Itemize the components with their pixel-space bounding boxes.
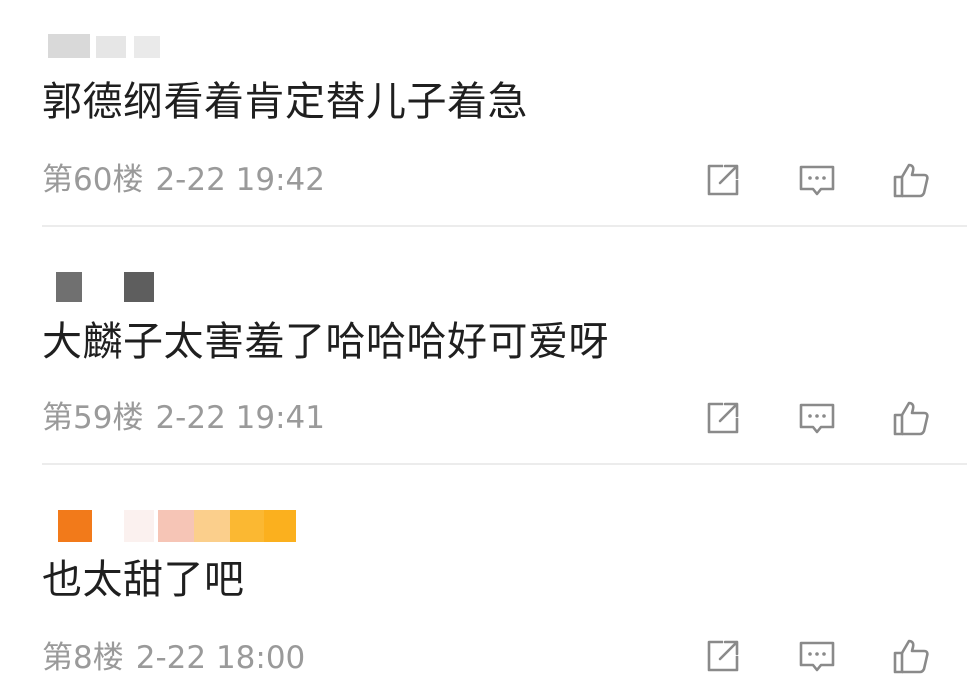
timestamp: 2-22 19:42 xyxy=(155,162,325,198)
floor-number: 第8楼 xyxy=(42,640,124,676)
comment-actions xyxy=(703,636,931,676)
comment-text: 大麟子太害羞了哈哈哈好可爱呀 xyxy=(42,319,609,365)
comment-meta: 第59楼 2-22 19:41 xyxy=(42,400,325,436)
like-button[interactable] xyxy=(891,636,931,676)
comment-icon xyxy=(799,403,835,434)
thumbs-up-icon xyxy=(893,639,929,674)
floor-number: 第59楼 xyxy=(42,400,144,436)
thumbs-up-icon xyxy=(893,163,929,198)
share-icon xyxy=(707,402,739,434)
reply-button[interactable] xyxy=(797,398,837,438)
comment-icon xyxy=(799,165,835,196)
comment-actions xyxy=(703,160,931,200)
reply-button[interactable] xyxy=(797,160,837,200)
comment-text: 郭德纲看着肯定替儿子着急 xyxy=(42,79,528,125)
share-button[interactable] xyxy=(703,160,743,200)
divider xyxy=(42,225,967,227)
share-icon xyxy=(707,640,739,672)
divider xyxy=(42,463,967,465)
comment-text: 也太甜了吧 xyxy=(42,557,245,603)
comment-meta: 第8楼 2-22 18:00 xyxy=(42,640,305,676)
timestamp: 2-22 19:41 xyxy=(155,400,325,436)
timestamp: 2-22 18:00 xyxy=(135,640,306,676)
reply-button[interactable] xyxy=(797,636,837,676)
share-icon xyxy=(707,164,739,196)
comment-icon xyxy=(799,641,835,672)
like-button[interactable] xyxy=(891,160,931,200)
share-button[interactable] xyxy=(703,398,743,438)
share-button[interactable] xyxy=(703,636,743,676)
floor-number: 第60楼 xyxy=(42,162,144,198)
comment-actions xyxy=(703,398,931,438)
thumbs-up-icon xyxy=(893,401,929,436)
comment-meta: 第60楼 2-22 19:42 xyxy=(42,162,325,198)
like-button[interactable] xyxy=(891,398,931,438)
